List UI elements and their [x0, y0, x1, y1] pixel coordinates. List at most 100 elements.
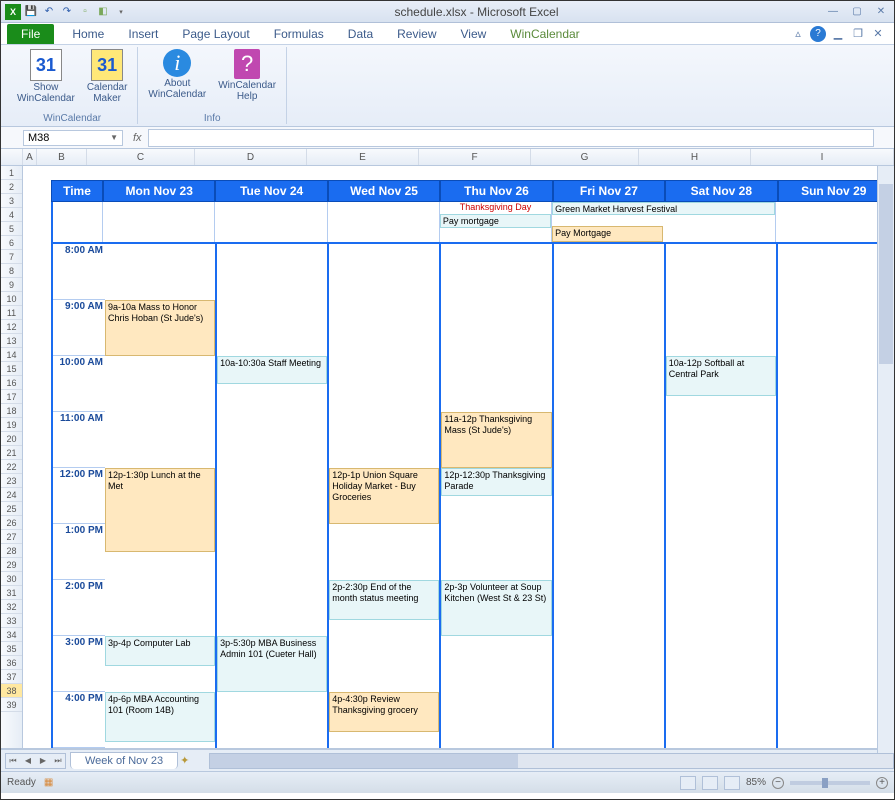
sheet-last-icon[interactable]: ⏭	[51, 754, 65, 768]
day-thu[interactable]: 11a-12p Thanksgiving Mass (St Jude's) 12…	[441, 244, 553, 748]
select-all-corner[interactable]	[1, 149, 23, 165]
file-tab[interactable]: File	[7, 24, 54, 44]
row-5[interactable]: 5	[1, 222, 22, 236]
row-20[interactable]: 20	[1, 432, 22, 446]
row-7[interactable]: 7	[1, 250, 22, 264]
sheet-first-icon[interactable]: ⏮	[6, 754, 20, 768]
row-31[interactable]: 31	[1, 586, 22, 600]
name-box[interactable]: M38 ▼	[23, 130, 123, 146]
event-mba-business[interactable]: 3p-5:30p MBA Business Admin 101 (Cueter …	[217, 636, 327, 692]
ribbon-minimize-icon[interactable]: ▵	[790, 26, 806, 42]
event-computer-lab[interactable]: 3p-4p Computer Lab	[105, 636, 215, 666]
qat-dropdown-icon[interactable]: ▾	[113, 4, 129, 20]
zoom-out-icon[interactable]: −	[772, 777, 784, 789]
chevron-down-icon[interactable]: ▼	[110, 133, 118, 142]
event-status-meeting[interactable]: 2p-2:30p End of the month status meeting	[329, 580, 439, 620]
tab-review[interactable]: Review	[385, 24, 448, 44]
undo-icon[interactable]: ↶	[41, 4, 57, 20]
row-10[interactable]: 10	[1, 292, 22, 306]
allday-wed[interactable]	[328, 202, 440, 242]
about-wincalendar-button[interactable]: i About WinCalendar	[144, 47, 210, 104]
minimize-icon[interactable]: —	[824, 5, 842, 19]
view-normal-icon[interactable]	[680, 776, 696, 790]
allday-fri[interactable]: Green Market Harvest Festival Pay Mortga…	[552, 202, 663, 242]
row-16[interactable]: 16	[1, 376, 22, 390]
day-sun[interactable]	[778, 244, 888, 748]
event-review-grocery[interactable]: 4p-4:30p Review Thanksgiving grocery	[329, 692, 439, 732]
row-35[interactable]: 35	[1, 642, 22, 656]
ribbon-window-restore-icon[interactable]: ❐	[850, 26, 866, 42]
cells-area[interactable]: Time Mon Nov 23 Tue Nov 24 Wed Nov 25 Th…	[23, 166, 894, 748]
row-12[interactable]: 12	[1, 320, 22, 334]
row-34[interactable]: 34	[1, 628, 22, 642]
row-26[interactable]: 26	[1, 516, 22, 530]
help-icon[interactable]: ?	[810, 26, 826, 42]
col-C[interactable]: C	[87, 149, 195, 165]
view-pagebreak-icon[interactable]	[724, 776, 740, 790]
day-sat[interactable]: 10a-12p Softball at Central Park	[666, 244, 778, 748]
tab-formulas[interactable]: Formulas	[262, 24, 336, 44]
event-pay-mortgage-2[interactable]: Pay Mortgage	[552, 226, 663, 242]
row-39[interactable]: 39	[1, 698, 22, 712]
event-pay-mortgage[interactable]: Pay mortgage	[440, 214, 551, 228]
tab-home[interactable]: Home	[60, 24, 116, 44]
view-pagelayout-icon[interactable]	[702, 776, 718, 790]
row-25[interactable]: 25	[1, 502, 22, 516]
tab-data[interactable]: Data	[336, 24, 385, 44]
event-parade[interactable]: 12p-12:30p Thanksgiving Parade	[441, 468, 551, 496]
row-19[interactable]: 19	[1, 418, 22, 432]
col-H[interactable]: H	[639, 149, 751, 165]
row-28[interactable]: 28	[1, 544, 22, 558]
row-22[interactable]: 22	[1, 460, 22, 474]
col-F[interactable]: F	[419, 149, 531, 165]
row-13[interactable]: 13	[1, 334, 22, 348]
qat-icon-1[interactable]: ▫	[77, 4, 93, 20]
row-38[interactable]: 38	[1, 684, 22, 698]
row-32[interactable]: 32	[1, 600, 22, 614]
allday-mon[interactable]	[103, 202, 215, 242]
col-A[interactable]: A	[23, 149, 37, 165]
row-4[interactable]: 4	[1, 208, 22, 222]
sheet-tab-active[interactable]: Week of Nov 23	[70, 752, 178, 769]
event-union-square[interactable]: 12p-1p Union Square Holiday Market - Buy…	[329, 468, 439, 524]
calendar-maker-button[interactable]: 31 Calendar Maker	[83, 47, 132, 106]
horizontal-scrollbar[interactable]	[209, 753, 894, 769]
new-sheet-icon[interactable]: ✦	[180, 754, 189, 767]
allday-thu[interactable]: Thanksgiving Day Pay mortgage	[440, 202, 552, 242]
tab-view[interactable]: View	[449, 24, 499, 44]
vertical-scrollbar[interactable]	[877, 166, 894, 766]
row-11[interactable]: 11	[1, 306, 22, 320]
row-2[interactable]: 2	[1, 180, 22, 194]
day-fri[interactable]	[554, 244, 666, 748]
wincalendar-help-button[interactable]: ? WinCalendar Help	[214, 47, 280, 104]
col-D[interactable]: D	[195, 149, 307, 165]
row-33[interactable]: 33	[1, 614, 22, 628]
tab-page-layout[interactable]: Page Layout	[170, 24, 261, 44]
row-9[interactable]: 9	[1, 278, 22, 292]
event-mass[interactable]: 9a-10a Mass to Honor Chris Hoban (St Jud…	[105, 300, 215, 356]
maximize-icon[interactable]: ▢	[848, 5, 866, 19]
sheet-prev-icon[interactable]: ◀	[21, 754, 35, 768]
show-wincalendar-button[interactable]: 31 Show WinCalendar	[13, 47, 79, 106]
event-soup-kitchen[interactable]: 2p-3p Volunteer at Soup Kitchen (West St…	[441, 580, 551, 636]
allday-tue[interactable]	[215, 202, 327, 242]
row-36[interactable]: 36	[1, 656, 22, 670]
fx-icon[interactable]: fx	[133, 132, 142, 144]
row-37[interactable]: 37	[1, 670, 22, 684]
ribbon-window-close-icon[interactable]: ✕	[870, 26, 886, 42]
close-icon[interactable]: ✕	[872, 5, 890, 19]
row-29[interactable]: 29	[1, 558, 22, 572]
event-staff-meeting[interactable]: 10a-10:30a Staff Meeting	[217, 356, 327, 384]
row-6[interactable]: 6	[1, 236, 22, 250]
save-icon[interactable]: 💾	[23, 4, 39, 20]
col-E[interactable]: E	[307, 149, 419, 165]
col-G[interactable]: G	[531, 149, 639, 165]
col-I[interactable]: I	[751, 149, 894, 165]
event-softball[interactable]: 10a-12p Softball at Central Park	[666, 356, 776, 396]
row-27[interactable]: 27	[1, 530, 22, 544]
day-tue[interactable]: 10a-10:30a Staff Meeting 3p-5:30p MBA Bu…	[217, 244, 329, 748]
event-mba-accounting[interactable]: 4p-6p MBA Accounting 101 (Room 14B)	[105, 692, 215, 742]
qat-icon-2[interactable]: ◧	[95, 4, 111, 20]
row-14[interactable]: 14	[1, 348, 22, 362]
allday-sun[interactable]	[776, 202, 888, 242]
